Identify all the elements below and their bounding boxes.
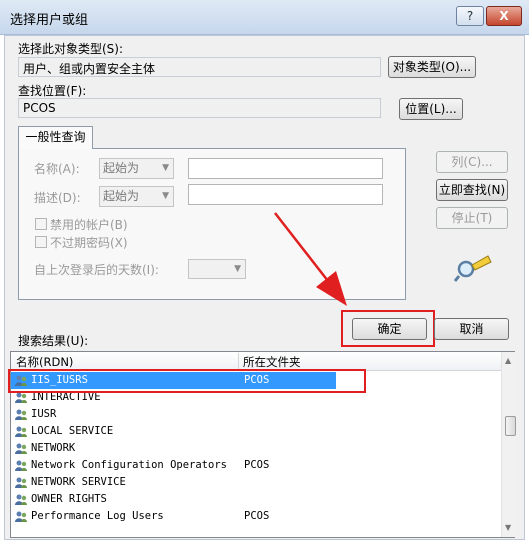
annotation-arrow [274, 212, 347, 306]
